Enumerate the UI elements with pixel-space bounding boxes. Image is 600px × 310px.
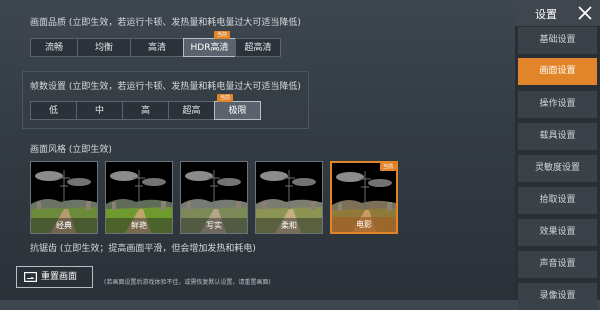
quality-option-smooth[interactable]: 流畅 (30, 38, 78, 57)
current-badge: 当前 (217, 94, 234, 102)
current-badge: 当前 (379, 163, 396, 171)
sidebar-item-basic[interactable]: 基础设置 (518, 27, 597, 54)
style-label: 鲜艳 (106, 218, 172, 233)
style-option-realistic[interactable]: 写实 (180, 161, 248, 234)
option-label: 流畅 (44, 43, 63, 53)
settings-title: 设置 (535, 8, 557, 21)
option-label: 高 (140, 106, 150, 116)
sidebar-item-graphics[interactable]: 画面设置 (518, 58, 597, 85)
reset-hint: (若画面设置后游戏体验不佳，或需恢复默认设置，请重置画面) (104, 279, 271, 286)
option-label: 超高 (182, 106, 201, 116)
fps-title: 帧数设置 (立即生效，若运行卡顿、发热量和耗电量过大可适当降低) (30, 82, 301, 92)
sidebar-item-pickup[interactable]: 拾取设置 (518, 187, 597, 214)
reset-screen-label: 重置画面 (41, 272, 78, 282)
fps-options: 低 中 高 超高 当前极限 (30, 94, 261, 120)
close-button[interactable] (575, 3, 595, 23)
style-option-cinematic[interactable]: 当前 电影 (330, 161, 398, 234)
sidebar-item-vehicle[interactable]: 载具设置 (518, 123, 597, 150)
current-badge: 当前 (214, 31, 231, 39)
quality-options: 流畅 均衡 高清 当前 HDR高清 超高清 (30, 31, 281, 57)
sidebar-item-sound[interactable]: 声音设置 (518, 251, 597, 278)
option-label: 极限 (228, 106, 247, 116)
close-icon (578, 6, 592, 20)
reset-screen-icon (24, 272, 37, 282)
style-option-vivid[interactable]: 鲜艳 (105, 161, 173, 234)
option-label: 均衡 (94, 43, 113, 53)
settings-sidebar: 设置 基础设置 画面设置 操作设置 载具设置 灵敏度设置 拾取设置 效果设置 声… (515, 0, 600, 310)
style-label: 经典 (31, 218, 97, 233)
fps-option-medium[interactable]: 中 (76, 101, 123, 120)
fps-option-low[interactable]: 低 (30, 101, 77, 120)
option-label: 高清 (147, 43, 166, 53)
fps-option-high[interactable]: 高 (122, 101, 169, 120)
quality-option-balanced[interactable]: 均衡 (77, 38, 131, 57)
style-options: 经典 鲜艳 写实 柔和 当前 电影 (30, 161, 405, 234)
quality-option-hd[interactable]: 高清 (130, 38, 184, 57)
option-label: 低 (48, 106, 58, 116)
quality-title: 画面品质 (立即生效，若运行卡顿、发热量和耗电量过大可适当降低) (30, 18, 301, 28)
sidebar-item-controls[interactable]: 操作设置 (518, 91, 597, 118)
option-label: HDR高清 (190, 43, 229, 53)
style-option-classic[interactable]: 经典 (30, 161, 98, 234)
style-label: 电影 (332, 217, 396, 232)
antialias-title: 抗锯齿 (立即生效；提高画面平滑，但会增加发热和耗电) (30, 244, 256, 254)
sidebar-header: 设置 (515, 0, 600, 26)
reset-screen-button[interactable]: 重置画面 (16, 266, 93, 288)
style-label: 写实 (181, 218, 247, 233)
style-label: 柔和 (256, 218, 322, 233)
fps-option-extreme[interactable]: 当前极限 (214, 94, 261, 120)
option-label: 超高清 (244, 43, 272, 53)
style-title: 画面风格 (立即生效) (30, 145, 112, 155)
quality-option-hdr[interactable]: 当前 HDR高清 (183, 31, 236, 57)
option-label: 中 (94, 106, 104, 116)
quality-option-ultra-hd[interactable]: 超高清 (235, 38, 281, 57)
sidebar-item-sensitivity[interactable]: 灵敏度设置 (518, 155, 597, 182)
sidebar-item-effects[interactable]: 效果设置 (518, 219, 597, 246)
fps-option-ultra[interactable]: 超高 (168, 101, 215, 120)
graphics-settings-panel: 画面品质 (立即生效，若运行卡顿、发热量和耗电量过大可适当降低) 流畅 均衡 高… (0, 0, 513, 300)
sidebar-item-replay[interactable]: 录像设置 (518, 283, 597, 310)
style-option-soft[interactable]: 柔和 (255, 161, 323, 234)
